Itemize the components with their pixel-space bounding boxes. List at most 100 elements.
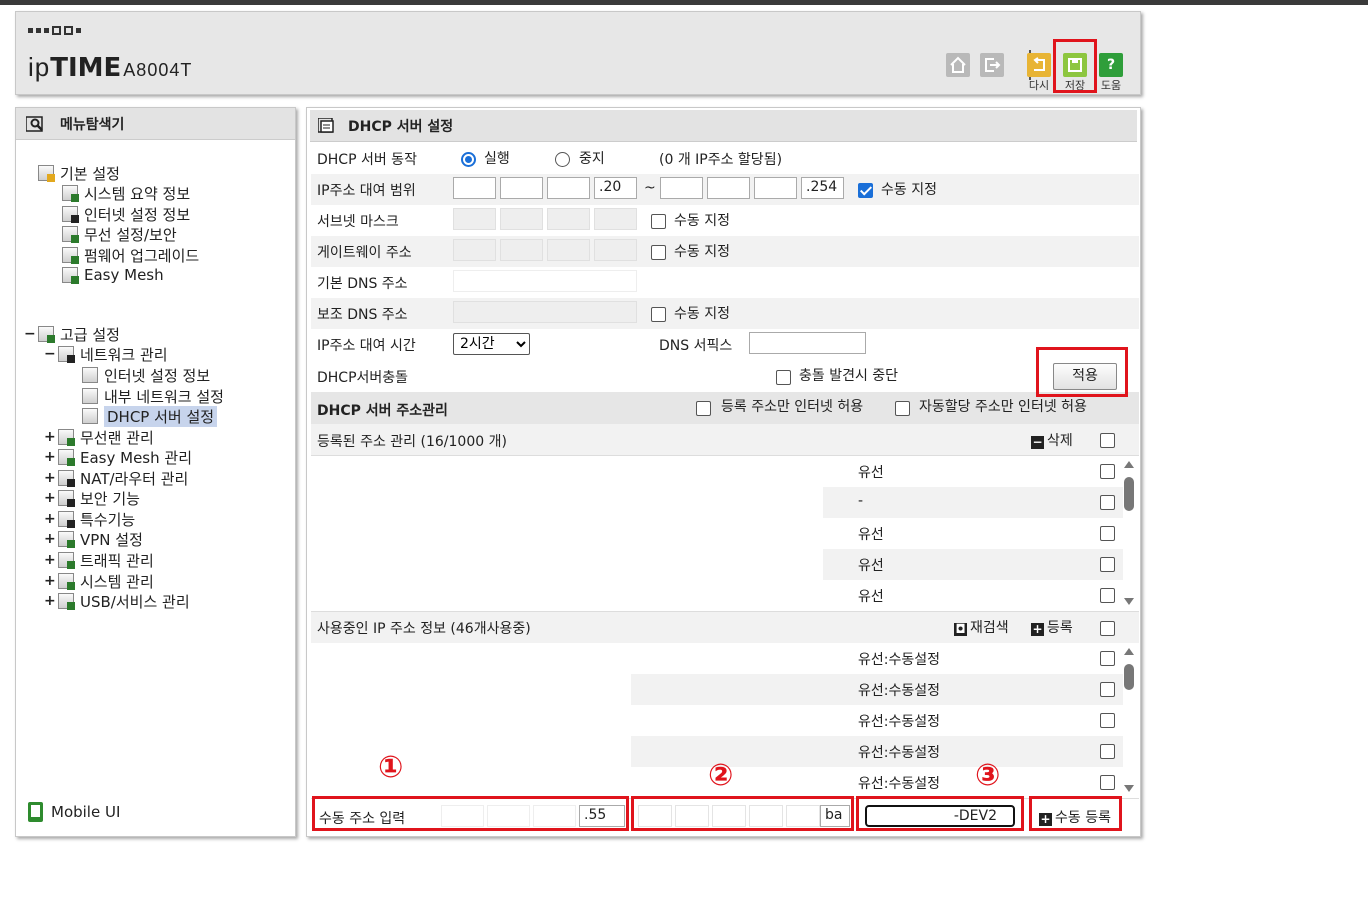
range-manual-checkbox[interactable] bbox=[858, 183, 873, 198]
rescan-button[interactable]: ◘ 재검색 bbox=[954, 617, 1009, 637]
expand-icon[interactable]: + bbox=[44, 552, 58, 568]
scroll-thumb[interactable] bbox=[1124, 664, 1134, 690]
tree-item-internet-setup[interactable]: 인터넷 설정 정보 bbox=[82, 365, 210, 385]
tree-usb-service[interactable]: + USB/서비스 관리 bbox=[44, 591, 190, 611]
expand-icon[interactable]: + bbox=[44, 429, 58, 445]
auto-only-label: 자동할당 주소만 인터넷 허용 bbox=[919, 399, 1087, 415]
table-row: 유선 bbox=[823, 518, 1123, 549]
row-checkbox[interactable] bbox=[1100, 588, 1115, 603]
expand-icon[interactable]: + bbox=[44, 470, 58, 486]
tree-wireless-lan-mgmt[interactable]: + 무선랜 관리 bbox=[44, 427, 154, 447]
tree-traffic[interactable]: + 트래픽 관리 bbox=[44, 550, 154, 570]
in-use-scrollbar[interactable] bbox=[1122, 648, 1136, 792]
subnet-octet-2[interactable] bbox=[500, 208, 543, 230]
scroll-up-icon[interactable] bbox=[1124, 461, 1134, 468]
tree-network-mgmt[interactable]: − 네트워크 관리 bbox=[44, 344, 168, 364]
scroll-down-icon[interactable] bbox=[1124, 598, 1134, 605]
tree-special[interactable]: + 특수기능 bbox=[44, 509, 135, 529]
registered-scrollbar[interactable] bbox=[1122, 461, 1136, 605]
registered-select-all-checkbox[interactable] bbox=[1100, 433, 1115, 448]
run-radio[interactable] bbox=[461, 152, 476, 167]
in-use-select-all-checkbox[interactable] bbox=[1100, 621, 1115, 636]
folder-icon bbox=[38, 165, 55, 182]
tree-item-wireless-security[interactable]: 무선 설정/보안 bbox=[62, 224, 177, 244]
gateway-octet-4[interactable] bbox=[594, 239, 637, 261]
tree-item-dhcp-server[interactable]: DHCP 서버 설정 bbox=[82, 405, 218, 427]
gateway-octet-2[interactable] bbox=[500, 239, 543, 261]
scroll-down-icon[interactable] bbox=[1124, 785, 1134, 792]
tree-easy-mesh-mgmt[interactable]: + Easy Mesh 관리 bbox=[44, 447, 192, 467]
tree-security[interactable]: + 보안 기능 bbox=[44, 488, 140, 508]
expand-icon[interactable]: + bbox=[44, 593, 58, 609]
in-use-title: 사용중인 IP 주소 정보 (46개사용중) bbox=[317, 621, 531, 637]
menu-explorer-title: 메뉴탐색기 bbox=[16, 108, 295, 140]
row-checkbox[interactable] bbox=[1100, 526, 1115, 541]
registered-only-checkbox[interactable] bbox=[696, 401, 711, 416]
tree-advanced-settings[interactable]: − 고급 설정 bbox=[24, 324, 120, 344]
register-button[interactable]: + 등록 bbox=[1031, 617, 1073, 637]
row-checkbox[interactable] bbox=[1100, 495, 1115, 510]
page-icon bbox=[82, 367, 98, 383]
scroll-thumb[interactable] bbox=[1124, 477, 1134, 511]
subnet-octet-4[interactable] bbox=[594, 208, 637, 230]
home-icon[interactable] bbox=[946, 53, 970, 77]
scroll-up-icon[interactable] bbox=[1124, 648, 1134, 655]
dns1-field[interactable] bbox=[453, 270, 637, 292]
gateway-octet-3[interactable] bbox=[547, 239, 590, 261]
row-checkbox[interactable] bbox=[1100, 557, 1115, 572]
dns1-label: 기본 DNS 주소 bbox=[317, 276, 408, 292]
logout-icon[interactable] bbox=[980, 53, 1004, 77]
row-checkbox[interactable] bbox=[1100, 682, 1115, 697]
range-end-octet-2[interactable] bbox=[707, 177, 750, 199]
redo-icon[interactable] bbox=[1027, 53, 1051, 77]
subnet-manual-checkbox[interactable] bbox=[651, 214, 666, 229]
tree-basic-settings[interactable]: 기본 설정 bbox=[38, 163, 120, 183]
collapse-icon[interactable]: − bbox=[44, 346, 58, 362]
lease-time-select[interactable]: 2시간 bbox=[453, 333, 530, 355]
expand-icon[interactable]: + bbox=[44, 449, 58, 465]
expand-icon[interactable]: + bbox=[44, 531, 58, 547]
row-checkbox[interactable] bbox=[1100, 713, 1115, 728]
range-end-octet-1[interactable] bbox=[660, 177, 703, 199]
expand-icon[interactable]: + bbox=[44, 511, 58, 527]
highlight-manual-ip bbox=[312, 796, 629, 831]
expand-icon[interactable]: + bbox=[44, 490, 58, 506]
dns2-field[interactable] bbox=[453, 301, 637, 323]
tree-vpn[interactable]: + VPN 설정 bbox=[44, 529, 143, 549]
gateway-octet-1[interactable] bbox=[453, 239, 496, 261]
range-start-octet-3[interactable] bbox=[547, 177, 590, 199]
range-start-octet-2[interactable] bbox=[500, 177, 543, 199]
tree-item-system-summary[interactable]: 시스템 요약 정보 bbox=[62, 183, 190, 203]
tree-system-mgmt[interactable]: + 시스템 관리 bbox=[44, 571, 154, 591]
page-title: DHCP 서버 설정 bbox=[348, 118, 454, 135]
collapse-icon[interactable]: − bbox=[24, 326, 38, 342]
connection-type: 유선 bbox=[858, 589, 884, 605]
dns2-manual-checkbox[interactable] bbox=[651, 307, 666, 322]
subnet-octet-3[interactable] bbox=[547, 208, 590, 230]
tree-item-easy-mesh[interactable]: Easy Mesh bbox=[62, 265, 164, 285]
gateway-manual-checkbox[interactable] bbox=[651, 245, 666, 260]
help-icon[interactable]: ? bbox=[1099, 53, 1123, 77]
conflict-stop-checkbox[interactable] bbox=[776, 370, 791, 385]
dns-suffix-input[interactable] bbox=[749, 332, 866, 354]
auto-only-checkbox[interactable] bbox=[895, 401, 910, 416]
range-end-octet-4[interactable]: .254 bbox=[801, 177, 844, 199]
range-start-octet-1[interactable] bbox=[453, 177, 496, 199]
row-checkbox[interactable] bbox=[1100, 775, 1115, 790]
range-start-octet-4[interactable]: .20 bbox=[594, 177, 637, 199]
delete-button[interactable]: − 삭제 bbox=[1031, 430, 1073, 450]
mobile-ui-link[interactable]: Mobile UI bbox=[28, 802, 120, 822]
expand-icon[interactable]: + bbox=[44, 573, 58, 589]
table-row: 유선:수동설정 bbox=[311, 705, 1123, 736]
row-checkbox[interactable] bbox=[1100, 651, 1115, 666]
row-checkbox[interactable] bbox=[1100, 744, 1115, 759]
row-checkbox[interactable] bbox=[1100, 464, 1115, 479]
subnet-octet-1[interactable] bbox=[453, 208, 496, 230]
tree-item-firmware[interactable]: 펌웨어 업그레이드 bbox=[62, 245, 199, 265]
stop-radio[interactable] bbox=[555, 152, 570, 167]
menu-explorer-label: 메뉴탐색기 bbox=[60, 116, 125, 133]
tree-nat-router-mgmt[interactable]: + NAT/라우터 관리 bbox=[44, 468, 188, 488]
tree-item-internet-info[interactable]: 인터넷 설정 정보 bbox=[62, 204, 190, 224]
tree-item-lan-setup[interactable]: 내부 네트워크 설정 bbox=[82, 386, 224, 406]
range-end-octet-3[interactable] bbox=[754, 177, 797, 199]
